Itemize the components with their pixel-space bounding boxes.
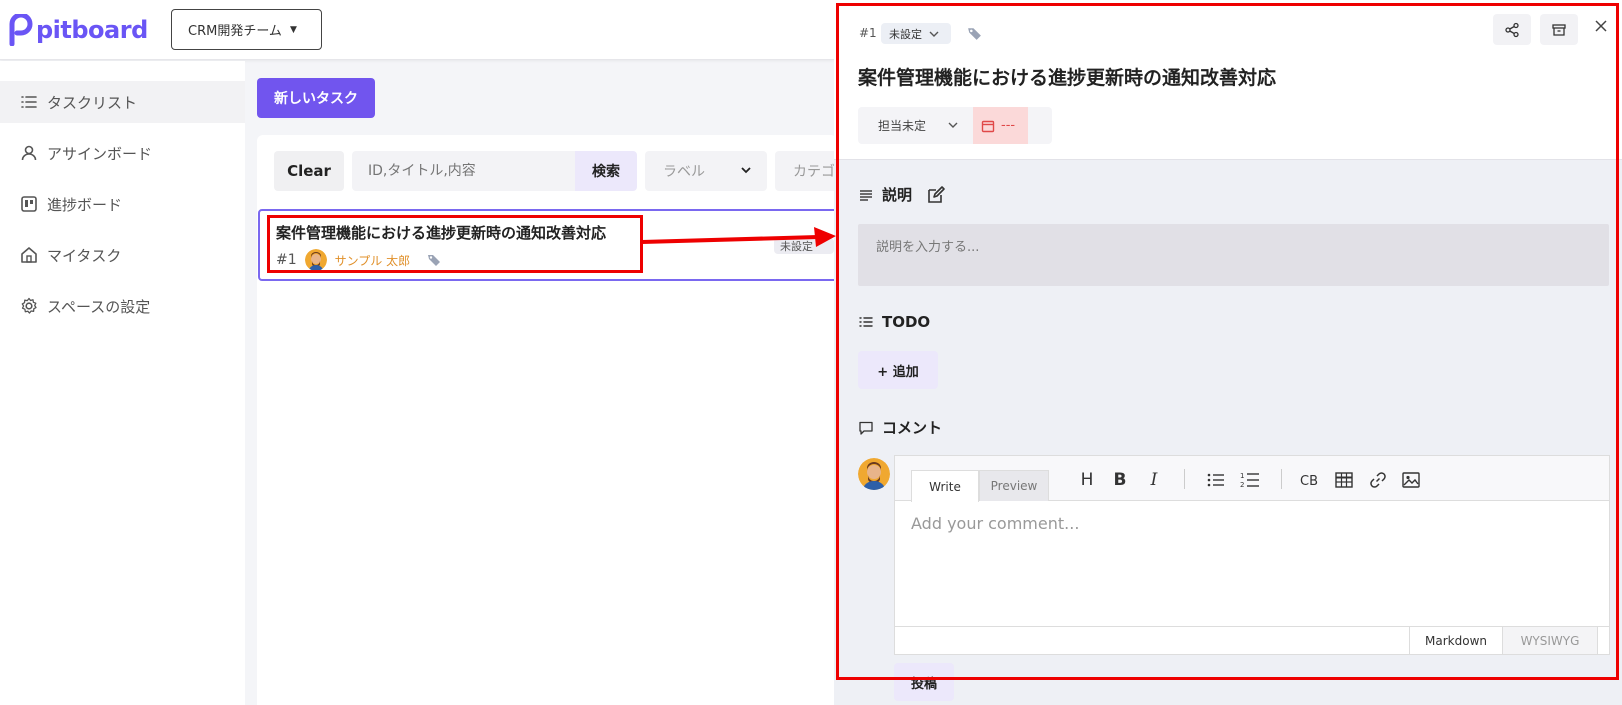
detail-highlight-box <box>836 3 1619 680</box>
logo-mark-icon <box>9 14 33 46</box>
team-select[interactable]: CRM開発チーム ▼ <box>171 9 322 50</box>
chevron-down-icon <box>741 167 751 174</box>
sidebar-item-label: アサインボード <box>47 144 153 163</box>
sidebar-item-label: 進捗ボード <box>47 195 123 214</box>
label-filter-text: ラベル <box>663 164 705 180</box>
list-icon <box>21 96 37 108</box>
caret-down-icon: ▼ <box>289 24 297 35</box>
search-input[interactable] <box>352 151 576 191</box>
sidebar-item-label: スペースの設定 <box>47 297 151 316</box>
app-header: pitboard CRM開発チーム ▼ <box>0 0 834 60</box>
team-select-label: CRM開発チーム <box>188 24 282 39</box>
sidebar-item-assignboard[interactable]: アサインボード <box>0 132 245 174</box>
label-filter-select[interactable]: ラベル <box>645 151 767 191</box>
arrow-icon <box>641 227 836 247</box>
sidebar-item-progressboard[interactable]: 進捗ボード <box>0 183 245 225</box>
clear-filter-button[interactable]: Clear <box>274 151 344 191</box>
new-task-button[interactable]: 新しいタスク <box>257 78 375 118</box>
sidebar-item-label: マイタスク <box>47 246 122 265</box>
search-button[interactable]: 検索 <box>575 151 637 191</box>
task-highlight-box <box>267 215 643 273</box>
user-icon <box>21 145 37 161</box>
pitboard-logo[interactable]: pitboard <box>8 14 148 46</box>
sidebar-item-space-settings[interactable]: スペースの設定 <box>0 285 245 327</box>
gear-icon <box>21 297 37 314</box>
sidebar-item-mytasks[interactable]: マイタスク <box>0 234 245 276</box>
category-filter-text: カテゴ <box>793 164 835 180</box>
home-icon <box>21 247 37 263</box>
sidebar: タスクリスト アサインボード 進捗ボード マイタスク スペースの設定 <box>0 61 245 705</box>
brand-name: pitboard <box>36 16 148 44</box>
sidebar-item-tasklist[interactable]: タスクリスト <box>0 81 245 123</box>
sidebar-item-label: タスクリスト <box>47 93 138 112</box>
board-icon <box>21 196 37 212</box>
